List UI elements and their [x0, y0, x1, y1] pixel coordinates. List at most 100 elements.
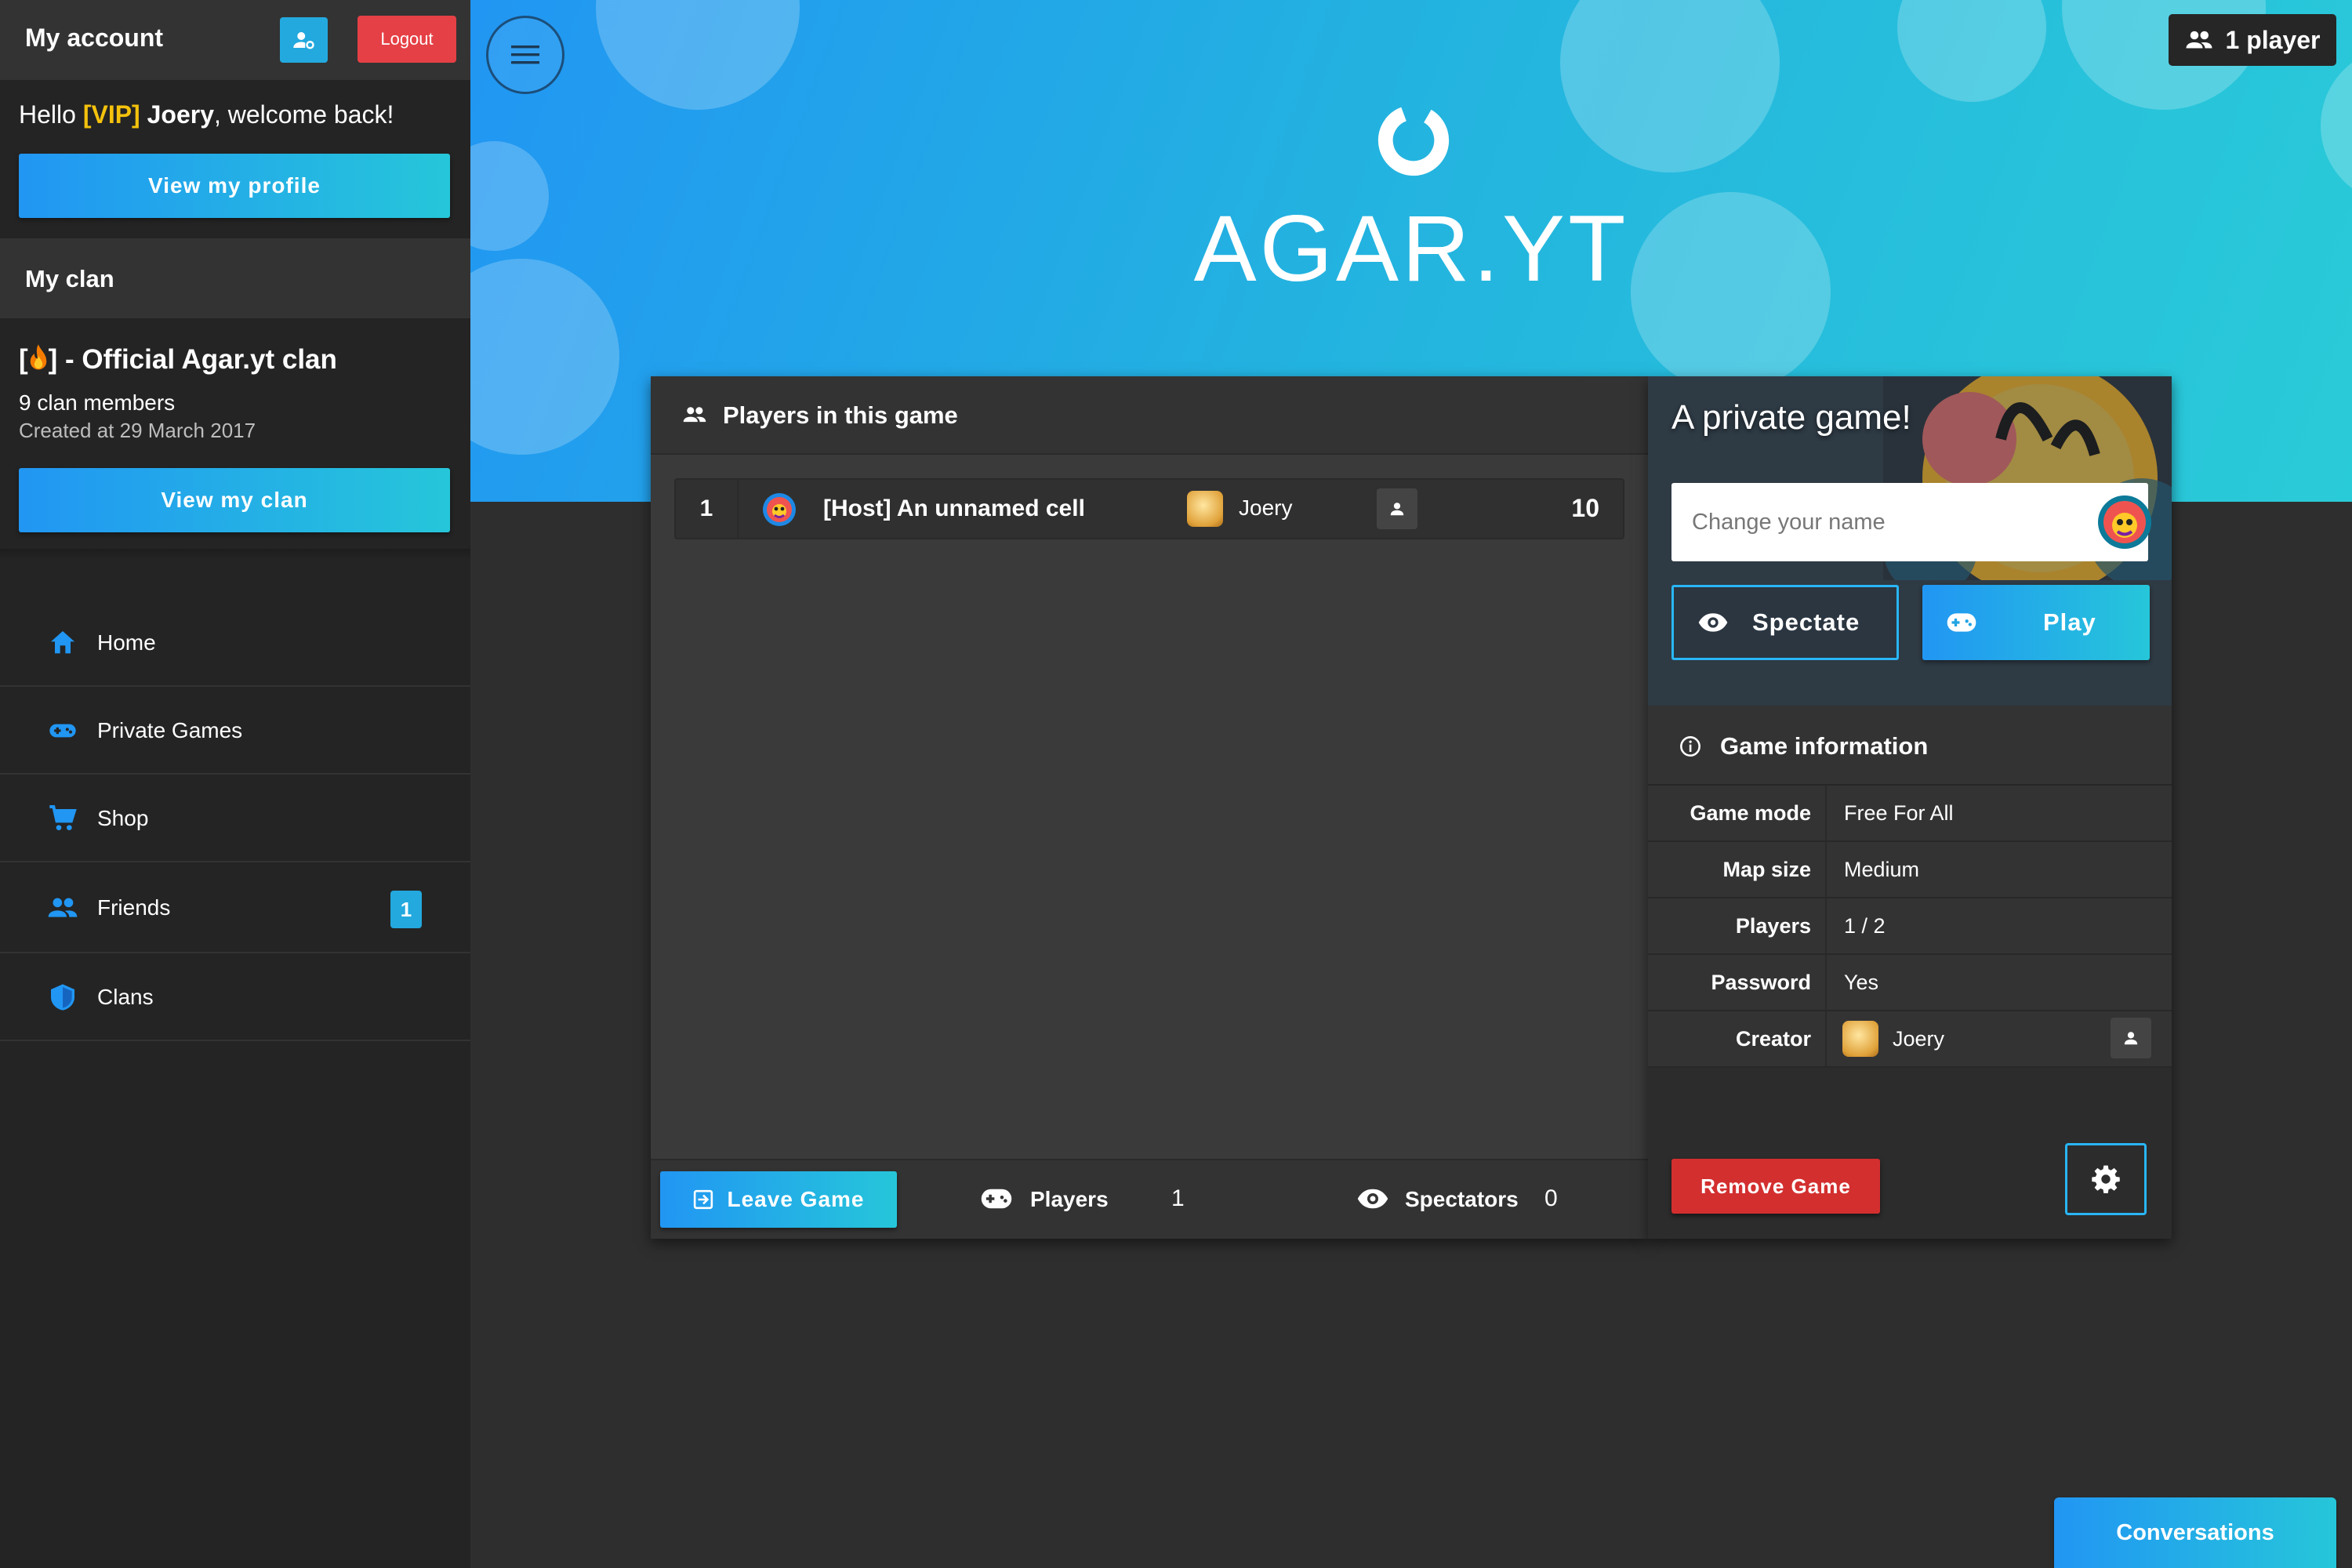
info-separator: [1825, 898, 1827, 953]
info-separator: [1825, 786, 1827, 840]
player-row[interactable]: 1 [Host] An unnamed cell Joery 10: [674, 478, 1624, 539]
person-icon: [2124, 1032, 2138, 1045]
player-score: 10: [1571, 494, 1599, 522]
nav-item-clans[interactable]: Clans: [0, 953, 470, 1041]
remove-game-button[interactable]: Remove Game: [1671, 1159, 1880, 1214]
view-profile-button[interactable]: View my profile: [19, 154, 450, 218]
clan-name-prefix: [: [19, 344, 28, 375]
eye-icon: [1698, 613, 1728, 632]
info-value: Yes: [1844, 971, 1879, 994]
leave-game-label: Leave Game: [727, 1187, 865, 1211]
account-settings-button[interactable]: [280, 17, 328, 63]
cell-avatar-icon: [763, 493, 796, 526]
friends-count-badge: 1: [390, 891, 422, 928]
creator-skin-avatar: [1842, 1021, 1878, 1057]
menu-button[interactable]: [486, 16, 564, 94]
greeting-hello: Hello: [19, 100, 83, 129]
player-owner-name: Joery: [1239, 495, 1293, 520]
nav-item-friends[interactable]: Friends 1: [0, 862, 470, 953]
vip-tag: [VIP]: [82, 100, 140, 129]
players-count-label: Players: [1030, 1187, 1109, 1211]
play-label: Play: [2043, 608, 2096, 636]
info-row-game-mode: Game mode Free For All: [1648, 786, 2172, 842]
info-key: Players: [1735, 914, 1811, 938]
clan-members: 9 clan members: [19, 390, 176, 415]
play-button[interactable]: Play: [1922, 585, 2150, 660]
players-panel-footer: Leave Game Players 1 Spectators 0: [651, 1159, 1648, 1239]
people-icon: [2186, 31, 2212, 49]
info-key: Game mode: [1690, 801, 1811, 825]
greeting-rest: , welcome back!: [213, 100, 394, 129]
spectate-label: Spectate: [1752, 608, 1860, 636]
nav-label-clans: Clans: [97, 985, 154, 1009]
shield-icon: [51, 984, 74, 1011]
info-value: Medium: [1844, 858, 1920, 881]
players-panel: Players in this game 1 [Host] An unnamed…: [651, 376, 1648, 1239]
players-panel-title: Players in this game: [723, 401, 958, 429]
background-bubble: [470, 259, 619, 455]
spectators-count-label: Spectators: [1405, 1187, 1519, 1211]
view-creator-profile-button[interactable]: [2111, 1018, 2151, 1058]
cell-skin-avatar[interactable]: [2096, 494, 2153, 550]
eye-icon: [1357, 1189, 1388, 1209]
info-value: 1 / 2: [1844, 914, 1886, 938]
info-row-password: Password Yes: [1648, 955, 2172, 1011]
account-title: My account: [25, 24, 164, 52]
clan-name: [ ] - Official Agar.yt clan: [19, 343, 337, 376]
player-cell-name: [Host] An unnamed cell: [823, 495, 1085, 521]
nav-item-private-games[interactable]: Private Games: [0, 687, 470, 775]
leave-game-button[interactable]: Leave Game: [660, 1171, 897, 1228]
logo-title: AGAR.YT: [1193, 196, 1629, 301]
clan-name-suffix: ] - Official Agar.yt clan: [48, 344, 337, 375]
gear-icon: [2092, 1165, 2120, 1194]
clan-header-title: My clan: [25, 265, 114, 292]
logout-button[interactable]: Logout: [358, 16, 456, 63]
owner-skin-avatar: [1187, 491, 1223, 527]
hamburger-icon: [511, 45, 539, 64]
nav-label-private-games: Private Games: [97, 718, 243, 742]
view-player-profile-button[interactable]: [1377, 488, 1417, 529]
background-bubble: [470, 141, 549, 251]
background-bubble: [1897, 0, 2046, 102]
gamepad-icon: [1947, 613, 1976, 632]
info-row-creator: Creator Joery: [1648, 1011, 2172, 1068]
section-divider: [0, 549, 470, 560]
info-value: Free For All: [1844, 801, 1954, 825]
conversations-button[interactable]: Conversations: [2054, 1497, 2336, 1568]
info-key: Creator: [1735, 1027, 1811, 1051]
creator-name: Joery: [1893, 1027, 1945, 1051]
gamepad-icon: [49, 724, 76, 738]
logo-icon: [1377, 104, 1450, 176]
game-info-header: Game information: [1648, 706, 2172, 786]
user-settings-icon: [292, 32, 314, 49]
greeting-username: Joery: [147, 100, 214, 129]
players-panel-header: Players in this game: [651, 376, 1648, 455]
nav-item-home[interactable]: Home: [0, 599, 470, 687]
change-name-input[interactable]: [1671, 483, 2148, 561]
nav-item-shop[interactable]: Shop: [0, 775, 470, 862]
cart-icon: [49, 805, 77, 830]
game-settings-button[interactable]: [2065, 1143, 2147, 1215]
info-icon: [1680, 736, 1700, 757]
nav-label-home: Home: [97, 630, 156, 655]
greeting: Hello [VIP] Joery, welcome back!: [19, 100, 394, 129]
exit-icon: [693, 1189, 713, 1210]
spectate-button[interactable]: Spectate: [1671, 585, 1899, 660]
people-icon: [48, 898, 78, 917]
sidebar: My account Logout Hello [VIP] Joery, wel…: [0, 0, 470, 1568]
nav-label-friends: Friends: [97, 895, 171, 920]
nav-label-shop: Shop: [97, 806, 149, 830]
player-count-button[interactable]: 1 player: [2169, 14, 2336, 66]
info-separator: [1825, 842, 1827, 897]
player-rank: 1: [676, 480, 739, 538]
person-icon: [1390, 503, 1404, 516]
account-bar: My account Logout: [0, 0, 470, 80]
background-bubble: [2321, 47, 2352, 204]
info-separator: [1825, 1011, 1827, 1066]
view-clan-button[interactable]: View my clan: [19, 468, 450, 532]
info-row-players: Players 1 / 2: [1648, 898, 2172, 955]
spectators-count-value: 0: [1544, 1185, 1558, 1211]
info-row-map-size: Map size Medium: [1648, 842, 2172, 898]
game-card-title: A private game!: [1671, 398, 1911, 437]
info-key: Password: [1711, 971, 1811, 994]
